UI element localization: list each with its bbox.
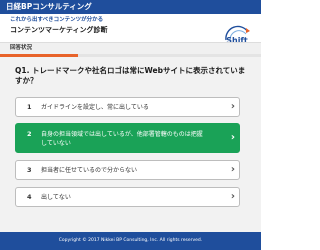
status-bar: 回答状況 (0, 42, 261, 54)
header: これから出すべきコンテンツが分かる コンテンツマーケティング診断 Shift (0, 14, 261, 45)
option-label: 担当者に任せているので分からない (41, 167, 138, 174)
chevron-right-icon: › (230, 164, 235, 175)
page-title: コンテンツマーケティング診断 (10, 26, 108, 34)
option-number: 3 (27, 166, 32, 174)
answer-option-1[interactable]: 1 ガイドラインを設定し、常に出している › (15, 97, 240, 117)
brand-name: 日経BPコンサルティング (6, 2, 92, 11)
answer-option-4[interactable]: 4 出してない › (15, 187, 240, 207)
status-label: 回答状況 (10, 45, 33, 51)
option-number: 2 (27, 130, 32, 138)
copyright-text: Copyright © 2017 Nikkei BP Consulting, I… (58, 238, 203, 243)
question-text: Q1. トレードマークや社名ロゴは常にWebサイトに表示されていますか？ (15, 66, 246, 85)
chevron-right-icon: › (230, 132, 235, 143)
option-label-line-1: 自身の担当領域では出しているが、他部署管轄のものは把握 (41, 131, 203, 138)
top-bar: 日経BPコンサルティング (0, 0, 261, 14)
option-label-line-2: していない (41, 140, 71, 147)
option-number: 1 (27, 103, 32, 111)
header-subtitle: これから出すべきコンテンツが分かる (10, 17, 104, 23)
chevron-right-icon: › (230, 191, 235, 202)
option-number: 4 (27, 193, 32, 201)
footer: Copyright © 2017 Nikkei BP Consulting, I… (0, 232, 261, 250)
answer-option-3[interactable]: 3 担当者に任せているので分からない › (15, 160, 240, 180)
answer-option-2[interactable]: 2 自身の担当領域では出しているが、他部署管轄のものは把握 していない › (15, 123, 240, 153)
chevron-right-icon: › (230, 101, 235, 112)
option-label: ガイドラインを設定し、常に出している (41, 104, 149, 111)
option-label: 自身の担当領域では出しているが、他部署管轄のものは把握 していない (41, 130, 203, 148)
option-label: 出してない (41, 194, 71, 201)
